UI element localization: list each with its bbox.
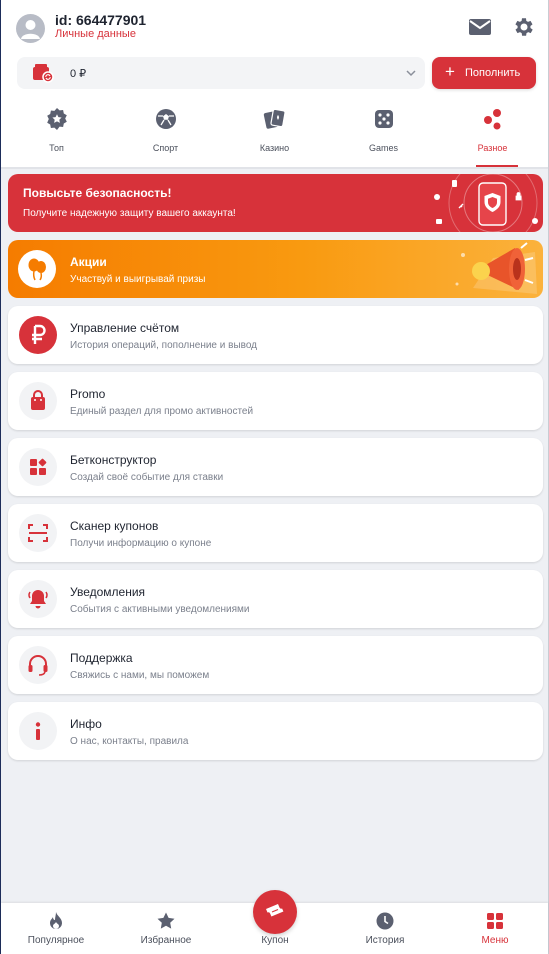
menu-item-subtitle: Единый раздел для промо активностей [70,406,254,417]
gear-icon[interactable] [510,15,536,39]
personal-data-link[interactable]: Личные данные [55,28,136,40]
chevron-down-icon [406,70,416,77]
menu-item-title: Бетконструктор [70,453,157,467]
deposit-label: Пополнить [465,67,521,79]
promo-banner-subtitle: Участвуй и выигрывай призы [70,274,206,285]
tab-label: Казино [259,143,290,153]
star-icon [157,912,175,929]
menu-item-support[interactable]: Поддержка Свяжись с нами, мы поможем [8,636,543,694]
nav-label: История [365,935,405,946]
menu-item-subtitle: Свяжись с нами, мы поможем [70,670,210,681]
tab-label: Разное [477,143,508,153]
tab-sport[interactable]: Спорт [111,100,220,167]
tab-top[interactable]: Топ [2,100,111,167]
nav-label: Избранное [140,935,192,946]
menu-item-betconstructor[interactable]: Бетконструктор Создай своё событие для с… [8,438,543,496]
menu-item-subtitle: История операций, пополнение и вывод [70,340,258,351]
misc-dots-icon [484,109,501,130]
info-icon [19,712,57,750]
menu-item-coupon-scanner[interactable]: Сканер купонов Получи информацию о купон… [8,504,543,562]
phone-shield-illustration [434,174,538,232]
plus-icon: + [445,62,455,81]
security-banner-subtitle: Получите надежную защиту вашего аккаунта… [23,208,236,219]
tab-casino[interactable]: Казино [220,100,329,167]
wallet-icon [33,64,54,83]
avatar[interactable] [16,14,45,43]
star-badge-icon [47,108,67,130]
balance-selector[interactable]: 0 ₽ [17,57,425,89]
nav-label: Меню [481,935,509,946]
balance-value: 0 ₽ [70,68,87,80]
header-divider [1,167,548,169]
constructor-blocks-icon [19,448,57,486]
menu-item-title: Поддержка [70,651,133,665]
menu-item-title: Управление счётом [70,321,180,335]
tab-misc[interactable]: Разное [438,100,547,167]
shopping-bag-icon [19,382,57,420]
coupon-button[interactable] [253,890,297,934]
menu-item-title: Сканер купонов [70,519,159,533]
tab-label: Games [368,143,398,153]
tab-label: Спорт [152,143,179,153]
menu-item-notifications[interactable]: Уведомления События с активными уведомле… [8,570,543,628]
ticket-icon [266,904,284,917]
header: id: 664477901 Личные данные 0 ₽ + Пополн… [1,0,548,167]
deposit-button[interactable]: + Пополнить [432,57,536,89]
sports-ball-icon [156,109,176,129]
scanner-icon [19,514,57,552]
mail-icon[interactable] [467,15,493,39]
dice-icon [375,110,393,128]
nav-label: Популярное [27,935,85,946]
nav-popular[interactable]: Популярное [6,903,106,954]
nav-label: Купон [261,935,289,946]
menu-item-title: Инфо [70,717,102,731]
balloons-icon [18,250,56,288]
menu-item-subtitle: Получи информацию о купоне [70,538,212,549]
cards-icon [263,108,286,129]
promo-banner[interactable]: Акции Участвуй и выигрывай призы [8,240,543,298]
menu-item-info[interactable]: Инфо О нас, контакты, правила [8,702,543,760]
flame-icon [50,912,62,929]
security-banner-title: Повысьте безопасность! [23,186,172,200]
nav-menu[interactable]: Меню [445,903,545,954]
menu-item-title: Promo [70,387,106,401]
menu-item-account[interactable]: Управление счётом История операций, попо… [8,306,543,364]
menu-item-subtitle: Создай своё событие для ставки [70,472,224,483]
tab-games[interactable]: Games [329,100,438,167]
menu-item-title: Уведомления [70,585,146,599]
nav-history[interactable]: История [335,903,435,954]
megaphone-illustration [455,242,537,294]
menu-item-subtitle: О нас, контакты, правила [70,736,189,747]
tab-label: Топ [49,143,64,153]
clock-icon [376,912,394,930]
ruble-icon [19,316,57,354]
security-banner[interactable]: Повысьте безопасность! Получите надежную… [8,174,543,232]
user-id: id: 664477901 [55,12,147,28]
bell-icon [19,580,57,618]
menu-item-promo[interactable]: Promo Единый раздел для промо активносте… [8,372,543,430]
menu-item-subtitle: События с активными уведомлениями [70,604,250,615]
headset-icon [19,646,57,684]
nav-favorites[interactable]: Избранное [116,903,216,954]
grid-icon [487,913,503,929]
bottom-navigation: Популярное Избранное Купон История Меню [1,890,548,954]
promo-banner-title: Акции [70,255,107,269]
category-tabs: Топ Спорт Казино Games Разное [1,100,548,167]
